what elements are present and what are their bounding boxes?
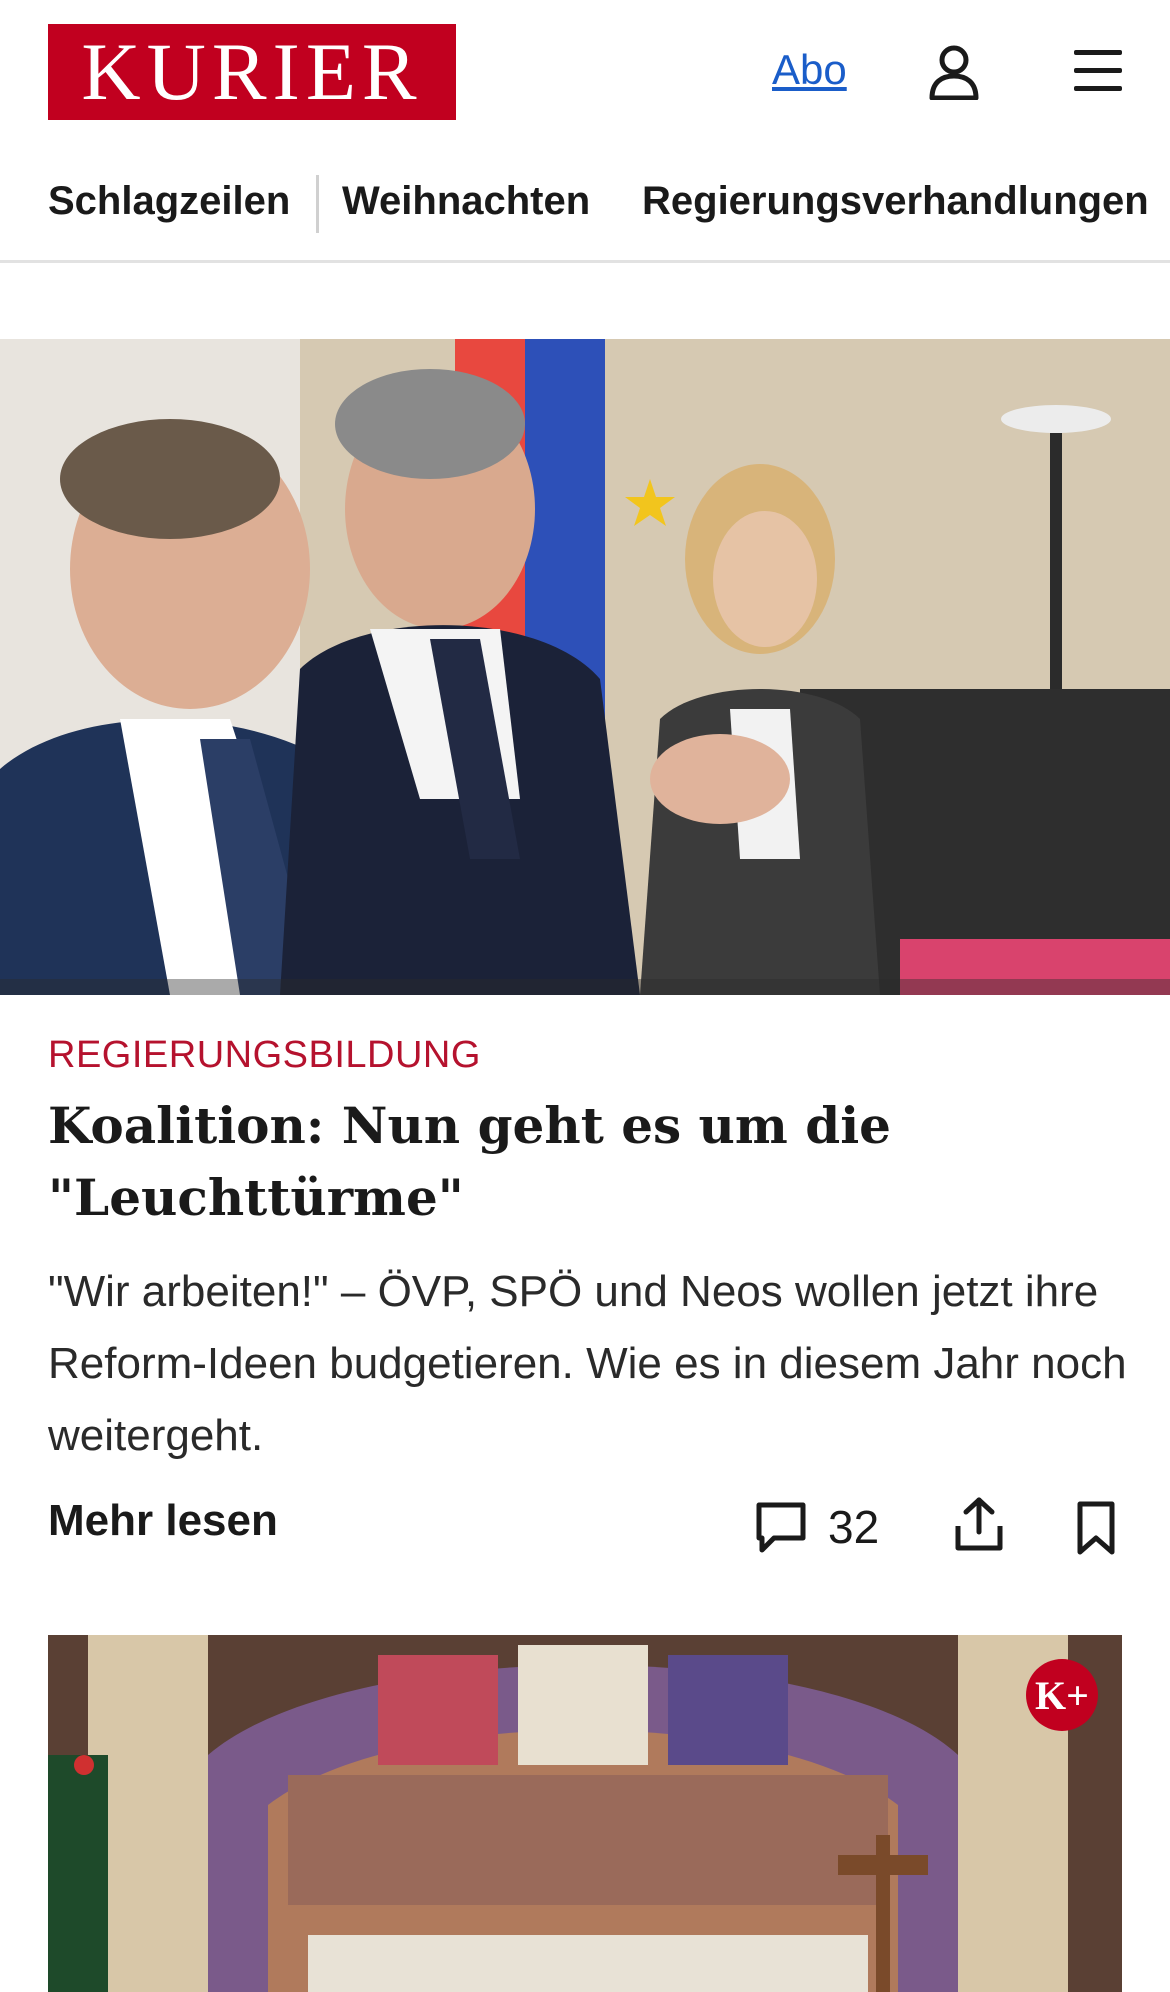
read-more-link[interactable]: Mehr lesen (48, 1496, 278, 1546)
hero-photo (0, 339, 1170, 995)
abo-link[interactable]: Abo (772, 46, 847, 94)
share-icon[interactable] (954, 1496, 1004, 1552)
article-headline[interactable]: Koalition: Nun geht es um die "Leuchttür… (48, 1090, 1108, 1234)
user-icon[interactable] (928, 44, 980, 100)
church-photo (48, 1635, 1122, 1992)
nav-divider (316, 175, 319, 233)
article-teaser: "Wir arbeiten!" – ÖVP, SPÖ und Neos woll… (48, 1267, 1127, 1460)
nav-item-schlagzeilen[interactable]: Schlagzeilen (48, 179, 290, 224)
nav-item-regierungsverhandlungen[interactable]: Regierungsverhandlungen (642, 179, 1149, 224)
section-nav: Schlagzeilen Weihnachten Regierungsverha… (0, 145, 1170, 263)
menu-icon[interactable] (1072, 48, 1124, 94)
comment-icon[interactable] (754, 1500, 808, 1554)
article-kicker: REGIERUNGSBILDUNG (48, 1034, 481, 1076)
bookmark-icon[interactable] (1072, 1500, 1120, 1556)
site-header: KURIER Abo (0, 0, 1170, 145)
hero-image[interactable] (0, 339, 1170, 995)
second-article-image[interactable]: K+ (48, 1635, 1122, 1992)
kplus-badge: K+ (1026, 1659, 1098, 1731)
kurier-logo[interactable]: KURIER (48, 24, 456, 120)
nav-item-weihnachten[interactable]: Weihnachten (342, 179, 590, 224)
comment-count[interactable]: 32 (828, 1500, 879, 1554)
